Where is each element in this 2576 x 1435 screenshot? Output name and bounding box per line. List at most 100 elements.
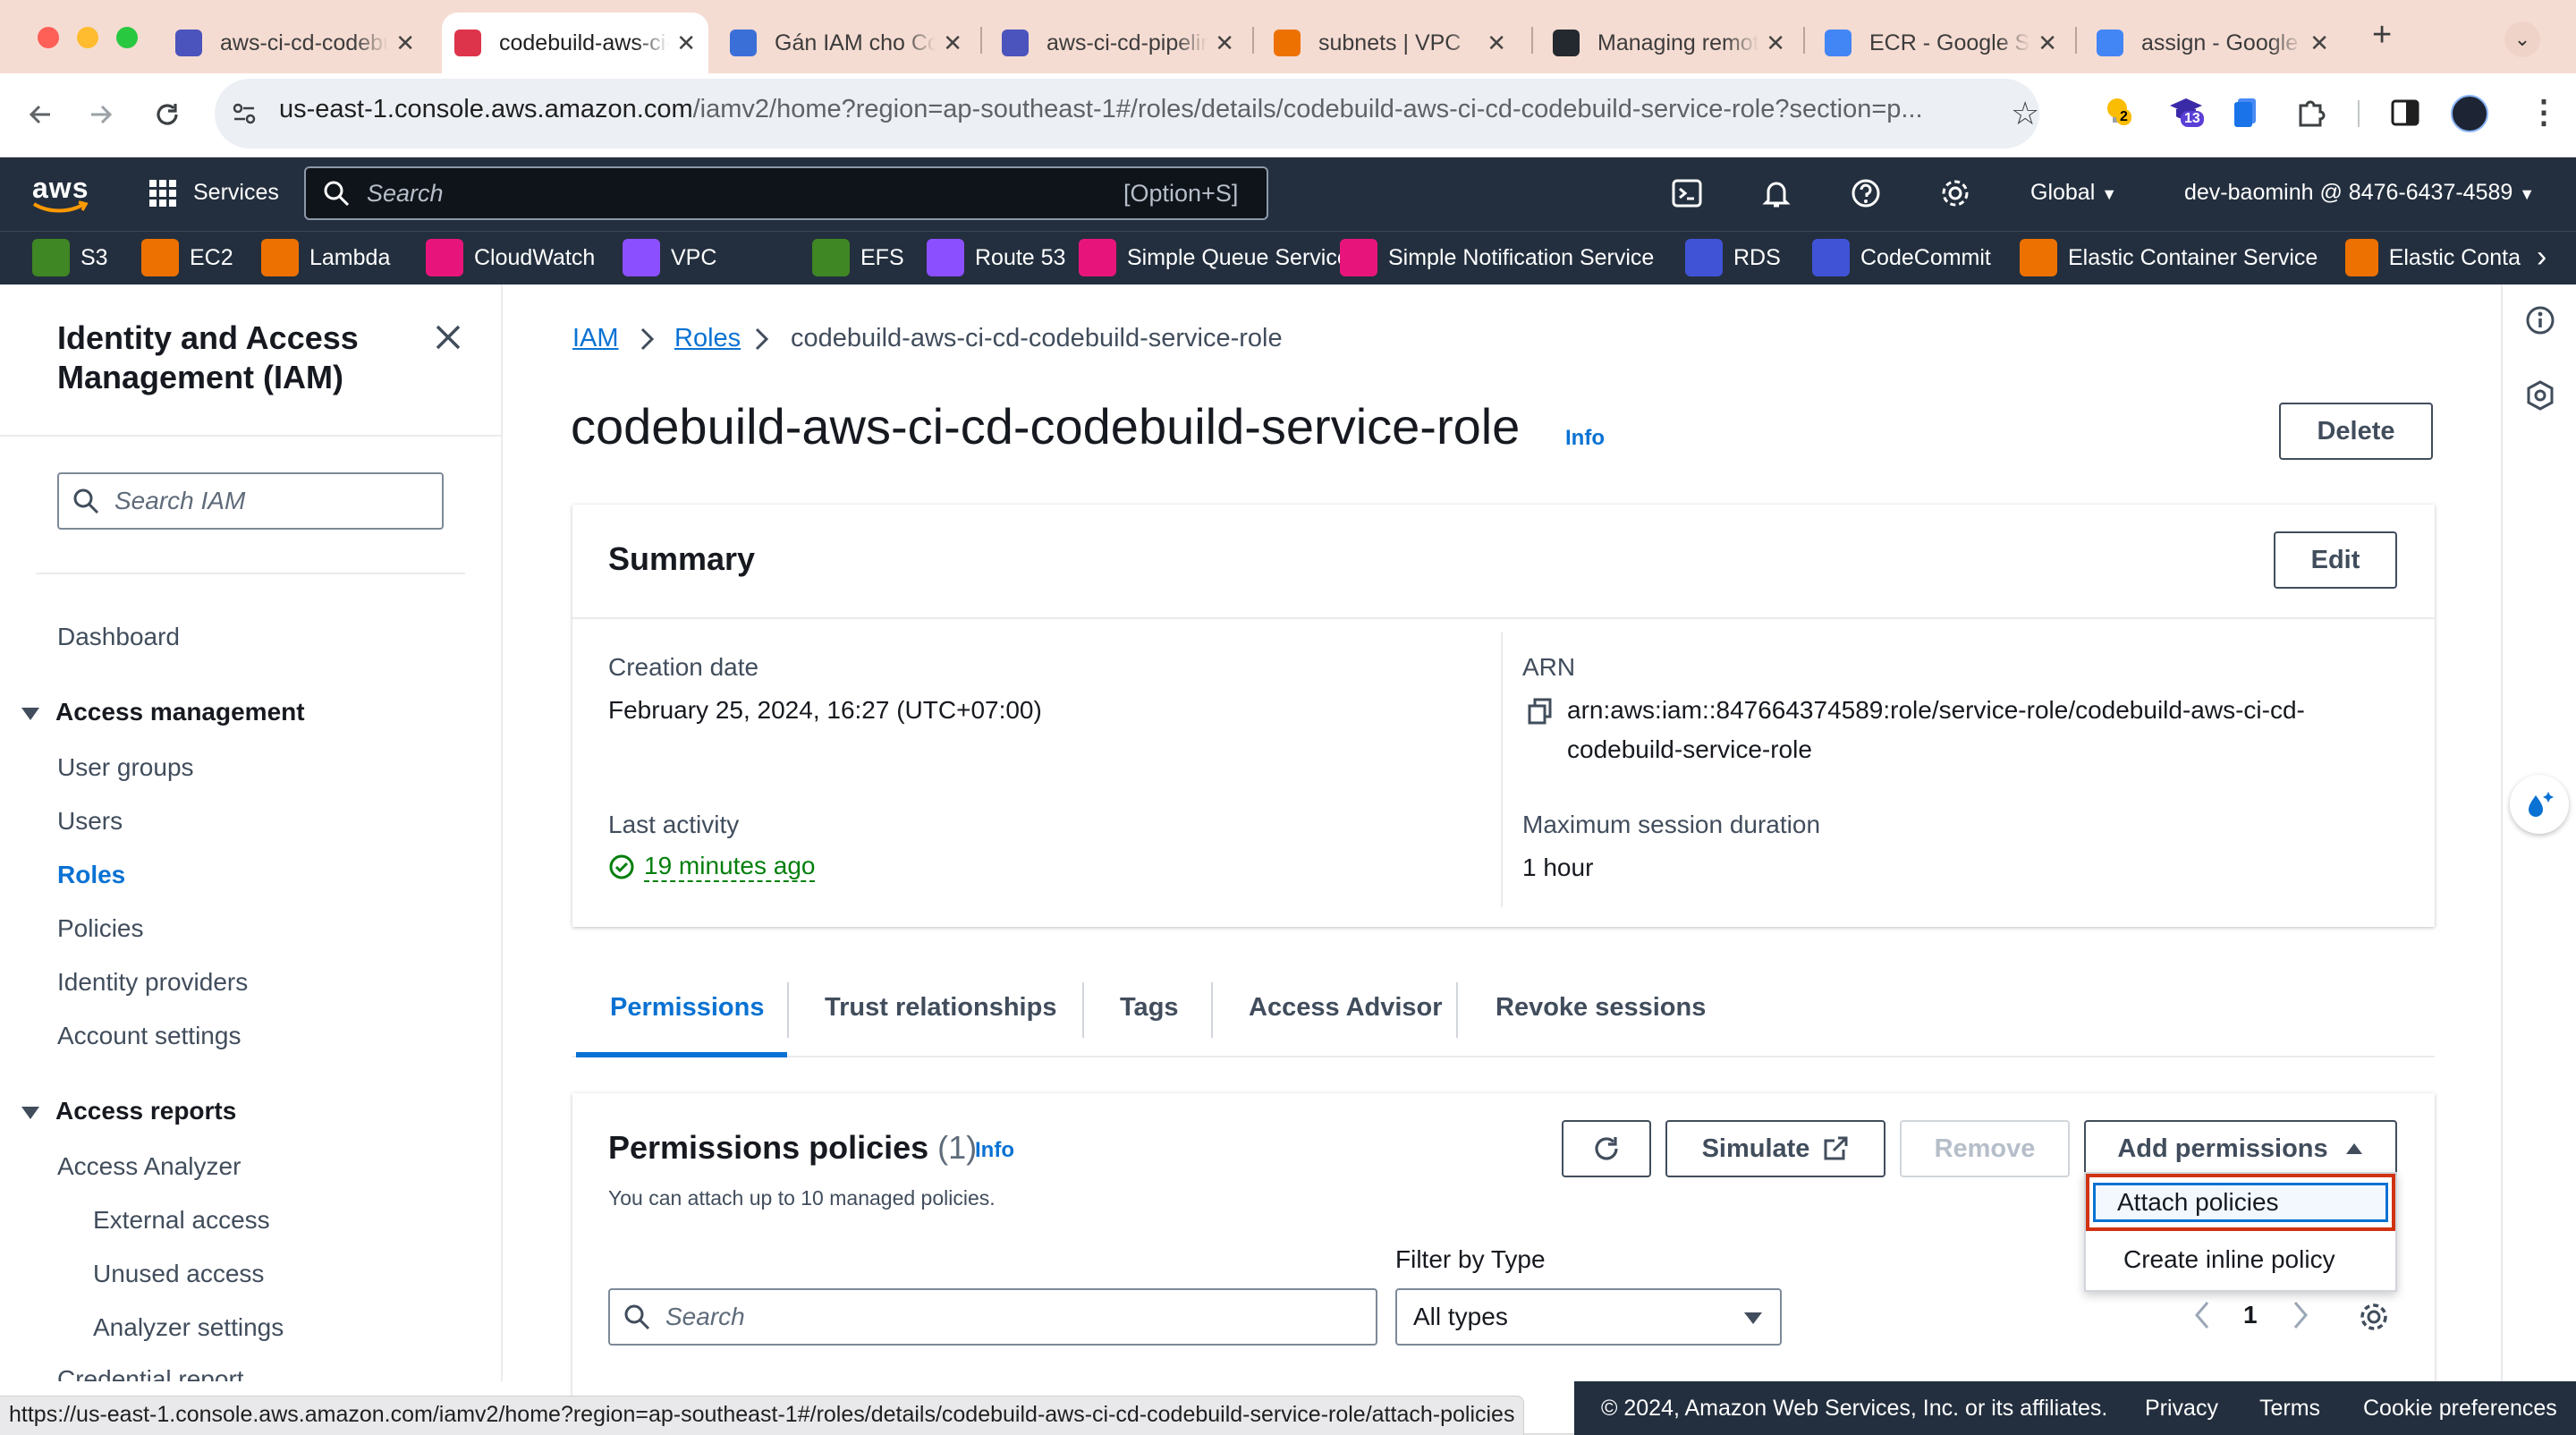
browser-tab[interactable]: ECR - Google Search ✕ <box>1812 13 2070 73</box>
tab-close-icon[interactable]: ✕ <box>2309 30 2329 57</box>
browser-tab[interactable]: Gán IAM cho CodeBuild ✕ <box>717 13 975 73</box>
browser-tab[interactable]: codebuild-aws-ci-cd ✕ <box>442 13 708 73</box>
sidenav-item-roles[interactable]: Roles <box>57 861 125 889</box>
url-text[interactable]: us-east-1.console.aws.amazon.com/iamv2/h… <box>279 95 1996 124</box>
help-panel-icon[interactable] <box>2524 379 2556 416</box>
favorite-service-link[interactable]: Lambda <box>261 235 390 280</box>
tab-permissions[interactable]: Permissions <box>610 993 764 1023</box>
aws-logo[interactable]: aws <box>32 172 89 213</box>
favorite-service-link[interactable]: Route 53 <box>927 235 1065 280</box>
sidenav-item-users[interactable]: Users <box>57 807 123 836</box>
policies-search-input[interactable]: Search <box>608 1288 1377 1346</box>
favorite-service-link[interactable]: Elastic Conta <box>2345 235 2521 280</box>
browser-tab[interactable]: subnets | VPC ✕ <box>1261 13 1519 73</box>
tab-trust-relationships[interactable]: Trust relationships <box>825 993 1056 1023</box>
favorite-service-link[interactable]: VPC <box>623 235 716 280</box>
permissions-info-link[interactable]: Info <box>975 1138 1014 1163</box>
sidenav-item-policies[interactable]: Policies <box>57 914 143 943</box>
attach-policies-menu-item[interactable]: Attach policies <box>2093 1183 2388 1222</box>
favorite-service-link[interactable]: Simple Queue Service <box>1079 235 1350 280</box>
settings-gear-icon[interactable] <box>1939 177 1971 214</box>
table-preferences-gear-icon[interactable] <box>2358 1301 2390 1337</box>
maximize-window-button[interactable] <box>116 27 138 48</box>
filter-type-select[interactable]: All types <box>1395 1288 1782 1346</box>
favorite-service-link[interactable]: CodeCommit <box>1812 235 1991 280</box>
edit-button[interactable]: Edit <box>2274 531 2397 589</box>
add-permissions-button[interactable]: Add permissions <box>2084 1120 2397 1177</box>
footer-cookie-preferences-link[interactable]: Cookie preferences <box>2363 1396 2557 1422</box>
favorite-service-link[interactable]: Simple Notification Service <box>1340 235 1654 280</box>
tab-close-icon[interactable]: ✕ <box>1487 30 1506 57</box>
footer-privacy-link[interactable]: Privacy <box>2145 1396 2218 1422</box>
favorite-service-link[interactable]: RDS <box>1685 235 1781 280</box>
breadcrumb-roles[interactable]: Roles <box>674 324 741 353</box>
remove-button[interactable]: Remove <box>1900 1120 2070 1177</box>
favorite-service-link[interactable]: CloudWatch <box>426 235 595 280</box>
side-panel-icon[interactable] <box>2390 98 2420 132</box>
footer-terms-link[interactable]: Terms <box>2259 1396 2320 1422</box>
last-activity-value[interactable]: 19 minutes ago <box>644 852 816 882</box>
more-menu-icon[interactable]: ⋮ <box>2528 93 2560 131</box>
extension-graduation-cap-icon[interactable]: 13 <box>2168 95 2204 131</box>
create-inline-policy-menu-item[interactable]: Create inline policy <box>2123 1245 2335 1274</box>
page-number[interactable]: 1 <box>2243 1301 2258 1329</box>
profile-avatar[interactable] <box>2451 95 2488 132</box>
sidenav-credential-report[interactable]: Credential report <box>57 1365 244 1381</box>
account-menu[interactable]: dev-baominh @ 8476-6437-4589 ▼ <box>2184 180 2535 206</box>
page-info-link[interactable]: Info <box>1565 426 1605 451</box>
favorite-service-link[interactable]: Elastic Container Service <box>2020 235 2318 280</box>
tab-close-icon[interactable]: ✕ <box>676 30 696 57</box>
bookmark-star-icon[interactable]: ☆ <box>2011 95 2039 132</box>
next-page-icon[interactable] <box>2290 1297 2311 1337</box>
tab-close-icon[interactable]: ✕ <box>2038 30 2057 57</box>
region-selector[interactable]: Global ▼ <box>2030 180 2117 206</box>
simulate-button[interactable]: Simulate <box>1665 1120 1885 1177</box>
sidenav-access-analyzer[interactable]: Access Analyzer <box>57 1152 241 1181</box>
browser-tab[interactable]: aws-ci-cd-codebuild ✕ <box>163 13 428 73</box>
sidenav-item-external-access[interactable]: External access <box>93 1206 270 1235</box>
amazon-q-assistant-icon[interactable] <box>2510 775 2569 834</box>
favorite-service-link[interactable]: EFS <box>812 235 904 280</box>
extension-document-icon[interactable] <box>2231 97 2261 133</box>
tab-close-icon[interactable]: ✕ <box>395 30 415 57</box>
copy-icon[interactable] <box>1528 698 1553 729</box>
extensions-puzzle-icon[interactable] <box>2295 97 2327 133</box>
sidenav-item-analyzer-settings[interactable]: Analyzer settings <box>93 1313 284 1342</box>
new-tab-button[interactable]: + <box>2372 16 2392 55</box>
sidenav-item-user-groups[interactable]: User groups <box>57 753 194 782</box>
services-grid-icon[interactable] <box>148 179 177 212</box>
access-management-section[interactable]: Access management <box>21 698 305 726</box>
forward-arrow-icon[interactable] <box>79 92 123 137</box>
tab-revoke-sessions[interactable]: Revoke sessions <box>1496 993 1706 1023</box>
favorite-service-link[interactable]: EC2 <box>141 235 233 280</box>
breadcrumb-iam[interactable]: IAM <box>572 324 619 353</box>
favorite-service-link[interactable]: S3 <box>32 235 108 280</box>
back-arrow-icon[interactable] <box>18 92 63 137</box>
browser-tab[interactable]: assign - Google Search ✕ <box>2084 13 2342 73</box>
site-settings-icon[interactable] <box>231 100 258 132</box>
search-iam-input[interactable]: Search IAM <box>57 472 444 530</box>
sidenav-dashboard[interactable]: Dashboard <box>57 623 180 651</box>
delete-button[interactable]: Delete <box>2279 403 2433 460</box>
browser-tab[interactable]: Managing remote ✕ <box>1540 13 1798 73</box>
close-sidenav-icon[interactable] <box>433 322 463 357</box>
sidenav-item-identity-providers[interactable]: Identity providers <box>57 968 248 997</box>
reload-icon[interactable] <box>145 92 190 137</box>
close-window-button[interactable] <box>38 27 59 48</box>
tab-close-icon[interactable]: ✕ <box>943 30 962 57</box>
favorites-scroll-right-icon[interactable]: › <box>2537 240 2546 275</box>
services-menu-button[interactable]: Services <box>193 180 279 206</box>
tab-tags[interactable]: Tags <box>1120 993 1179 1023</box>
extension-lightbulb-icon[interactable]: 2 <box>2102 95 2136 129</box>
tab-search-icon[interactable]: ⌄ <box>2504 21 2540 57</box>
previous-page-icon[interactable] <box>2191 1297 2213 1337</box>
tab-close-icon[interactable]: ✕ <box>1766 30 1785 57</box>
sidenav-item-unused-access[interactable]: Unused access <box>93 1260 264 1288</box>
sidenav-item-account-settings[interactable]: Account settings <box>57 1022 241 1050</box>
info-panel-icon[interactable] <box>2524 304 2556 341</box>
access-reports-section[interactable]: Access reports <box>21 1097 236 1125</box>
browser-tab[interactable]: aws-ci-cd-pipeline ✕ <box>989 13 1247 73</box>
tab-access-advisor[interactable]: Access Advisor <box>1249 993 1443 1023</box>
minimize-window-button[interactable] <box>77 27 98 48</box>
help-icon[interactable] <box>1850 177 1882 214</box>
